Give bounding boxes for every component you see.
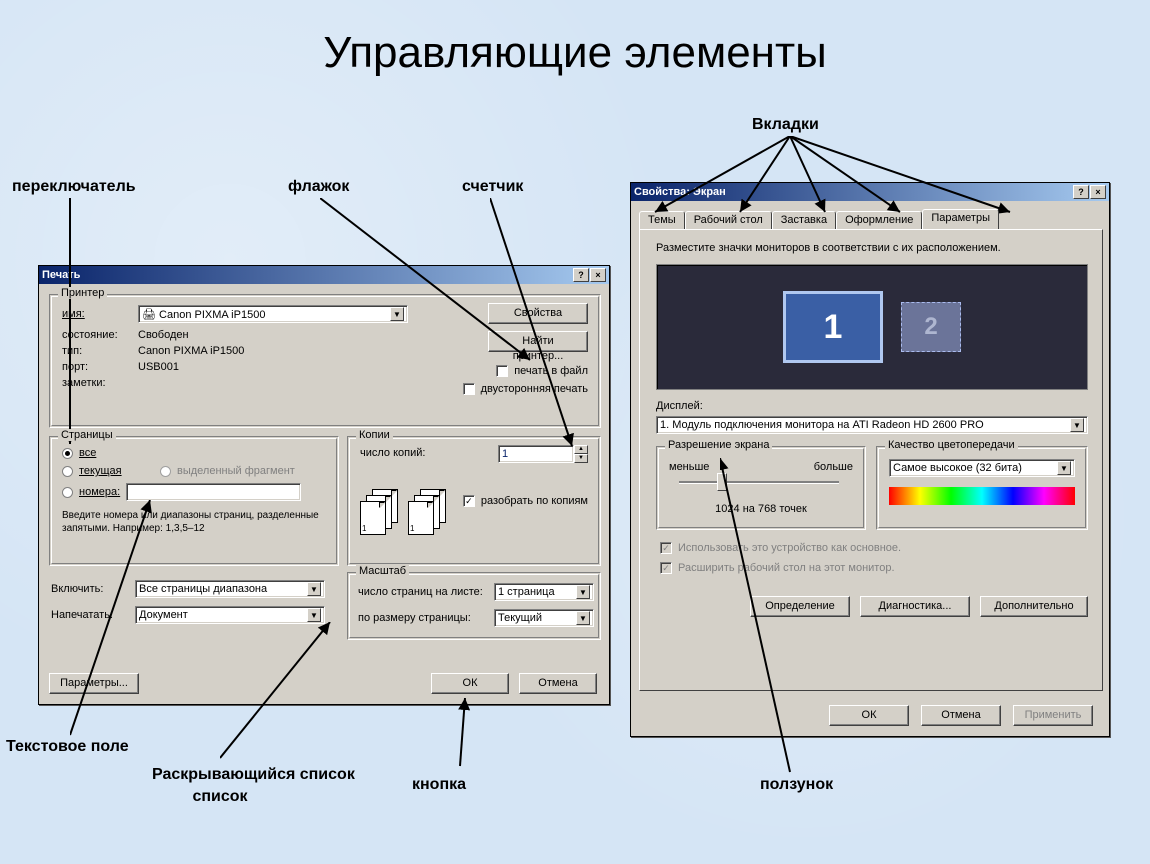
tab-themes[interactable]: Темы: [639, 211, 685, 229]
apply-button[interactable]: Применить: [1013, 705, 1093, 726]
what-select[interactable]: Документ ▼: [135, 606, 325, 624]
label-dropdown: Раскрывающийся список: [152, 766, 355, 784]
duplex-checkbox[interactable]: [463, 383, 475, 395]
cancel-button[interactable]: Отмена: [921, 705, 1001, 726]
slide-title: Управляющие элементы: [0, 28, 1150, 78]
params-button[interactable]: Параметры...: [49, 673, 139, 694]
group-printer: Принтер: [58, 287, 107, 299]
monitor-1[interactable]: 1: [783, 291, 883, 363]
group-copies: Копии: [356, 429, 393, 441]
label-spinner: счетчик: [462, 178, 523, 196]
spin-up-icon[interactable]: ▲: [574, 445, 588, 454]
chevron-down-icon[interactable]: ▼: [576, 585, 590, 599]
resolution-slider[interactable]: [679, 481, 839, 484]
group-zoom: Масштаб: [356, 565, 409, 577]
pages-per-select[interactable]: 1 страница ▼: [494, 583, 594, 601]
help-button[interactable]: ?: [573, 268, 589, 282]
print-to-file-checkbox[interactable]: [496, 365, 508, 377]
group-pages: Страницы: [58, 429, 116, 441]
tab-desktop[interactable]: Рабочий стол: [685, 211, 772, 229]
close-button[interactable]: ×: [1090, 185, 1106, 199]
monitor-layout[interactable]: 1 2: [656, 264, 1088, 390]
properties-button[interactable]: Свойства: [488, 303, 588, 324]
label-slider: ползунок: [760, 776, 833, 794]
use-primary-checkbox: [660, 542, 672, 554]
find-printer-button[interactable]: Найти принтер...: [488, 331, 588, 352]
tab-appearance[interactable]: Оформление: [836, 211, 922, 229]
identify-button[interactable]: Определение: [750, 596, 850, 617]
copies-spinner[interactable]: 1 ▲ ▼: [498, 445, 588, 463]
chevron-down-icon[interactable]: ▼: [307, 608, 321, 622]
printer-select[interactable]: 🖨 Canon PIXMA iP1500 ▼: [138, 305, 408, 323]
label-switch: переключатель: [12, 178, 136, 196]
spin-down-icon[interactable]: ▼: [574, 454, 588, 463]
resolution-value: 1024 на 768 точек: [657, 503, 865, 515]
include-select[interactable]: Все страницы диапазона ▼: [135, 580, 325, 598]
label-tabs: Вкладки: [752, 116, 819, 134]
titlebar-print: Печать ? ×: [39, 266, 609, 284]
close-button[interactable]: ×: [590, 268, 606, 282]
cancel-button[interactable]: Отмена: [519, 673, 597, 694]
chevron-down-icon[interactable]: ▼: [307, 582, 321, 596]
color-quality-select[interactable]: Самое высокое (32 бита) ▼: [889, 459, 1075, 477]
fit-select[interactable]: Текущий ▼: [494, 609, 594, 627]
label-checkbox: флажок: [288, 178, 349, 196]
ok-button[interactable]: ОК: [829, 705, 909, 726]
ok-button[interactable]: ОК: [431, 673, 509, 694]
tab-settings[interactable]: Параметры: [922, 209, 999, 229]
group-quality: Качество цветопередачи: [885, 439, 1018, 451]
radio-current[interactable]: [62, 466, 73, 477]
display-dialog: Свойства: Экран ? × Темы Рабочий стол За…: [630, 182, 1110, 737]
collate-checkbox[interactable]: [463, 495, 475, 507]
label-textfield: Текстовое поле: [6, 738, 129, 756]
pages-textbox[interactable]: [126, 483, 301, 501]
chevron-down-icon[interactable]: ▼: [1070, 418, 1084, 432]
troubleshoot-button[interactable]: Диагностика...: [860, 596, 970, 617]
radio-numbers[interactable]: [62, 487, 73, 498]
tab-screensaver[interactable]: Заставка: [772, 211, 836, 229]
help-button[interactable]: ?: [1073, 185, 1089, 199]
chevron-down-icon[interactable]: ▼: [1057, 461, 1071, 475]
group-resolution: Разрешение экрана: [665, 439, 772, 451]
print-dialog: Печать ? × Принтер имя: 🖨 Canon PIXMA iP…: [38, 265, 610, 705]
chevron-down-icon[interactable]: ▼: [390, 307, 404, 321]
slider-thumb[interactable]: [717, 473, 727, 491]
monitor-2[interactable]: 2: [901, 302, 961, 352]
radio-selection[interactable]: [160, 466, 171, 477]
titlebar-display: Свойства: Экран ? ×: [631, 183, 1109, 201]
arrow-button: [440, 698, 500, 770]
advanced-button[interactable]: Дополнительно: [980, 596, 1088, 617]
extend-checkbox: [660, 562, 672, 574]
chevron-down-icon[interactable]: ▼: [576, 611, 590, 625]
display-select[interactable]: 1. Модуль подключения монитора на ATI Ra…: [656, 416, 1088, 434]
instruction-text: Разместите значки мониторов в соответств…: [656, 242, 1001, 254]
label-button: кнопка: [412, 776, 466, 794]
radio-all[interactable]: [62, 448, 73, 459]
color-gradient: [889, 487, 1075, 505]
